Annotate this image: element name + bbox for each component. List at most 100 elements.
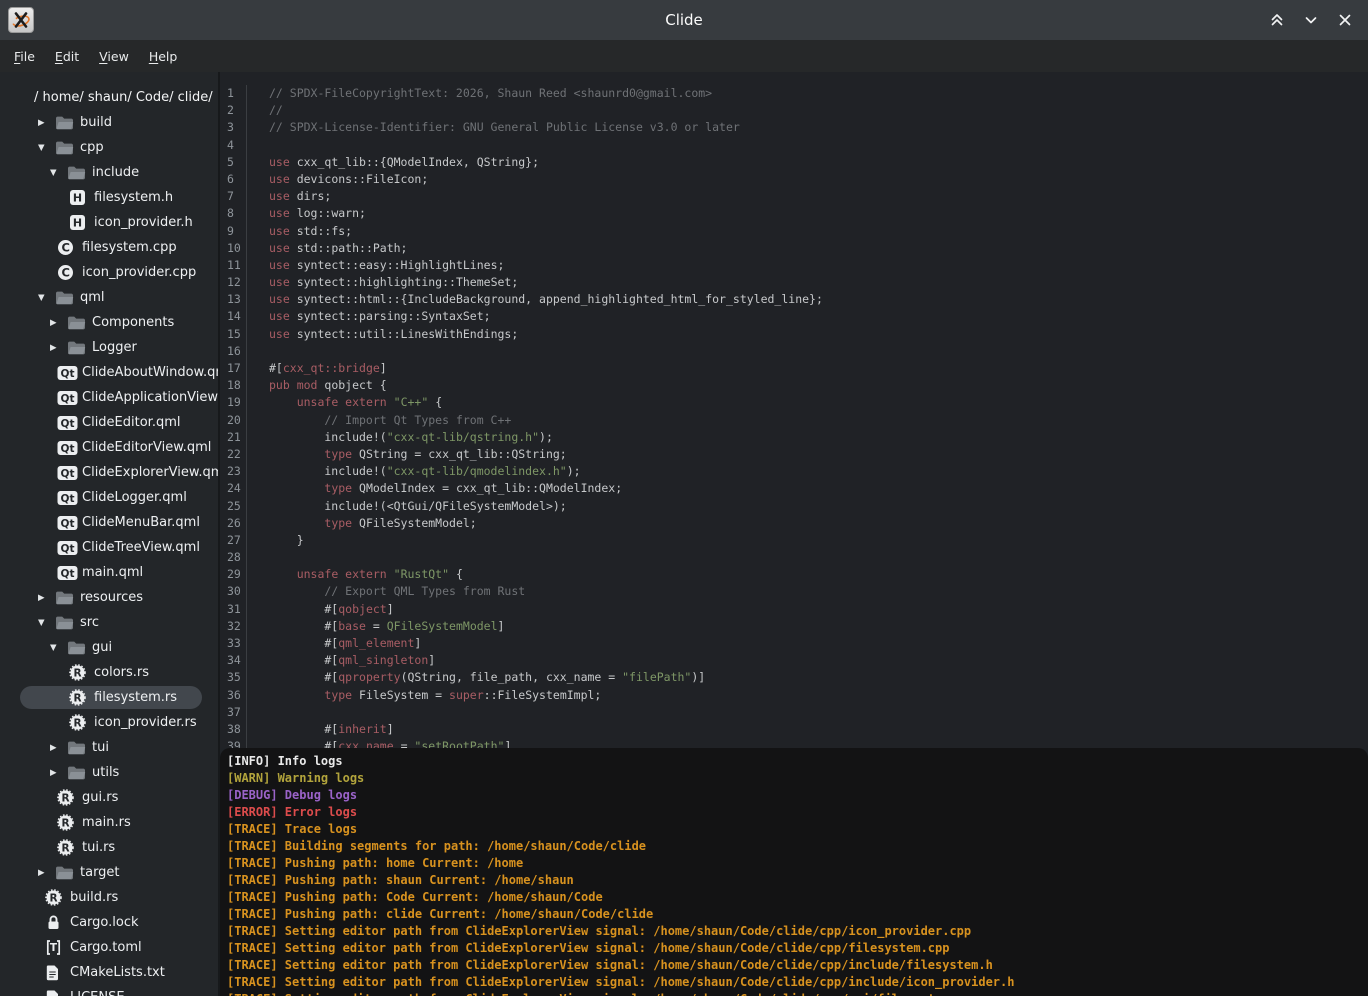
folder-icon bbox=[55, 140, 77, 156]
chevron-collapsed-icon[interactable]: ▶ bbox=[36, 868, 55, 878]
tree-item-src[interactable]: ▼src bbox=[0, 610, 218, 635]
line-number: 3 bbox=[220, 119, 247, 136]
tree-item-label: ClideTreeView.qml bbox=[79, 540, 200, 555]
code-line: 34 #[qml_singleton] bbox=[220, 652, 1368, 669]
chevron-expanded-icon[interactable]: ▼ bbox=[48, 643, 67, 653]
log-line-trace: [TRACE] Setting editor path from ClideEx… bbox=[227, 974, 1368, 991]
chevron-expanded-icon[interactable]: ▼ bbox=[36, 618, 55, 628]
code-text: type FileSystem = super::FileSystemImpl; bbox=[247, 687, 601, 704]
chevron-expanded-icon[interactable]: ▼ bbox=[48, 168, 67, 178]
tree-item-clideeditor-qml[interactable]: QtClideEditor.qml bbox=[0, 410, 218, 435]
qt-file-icon: Qt bbox=[57, 515, 79, 531]
chevron-collapsed-icon[interactable]: ▶ bbox=[48, 318, 67, 328]
chevron-collapsed-icon[interactable]: ▶ bbox=[48, 768, 67, 778]
tree-item-cpp[interactable]: ▼cpp bbox=[0, 135, 218, 160]
chevron-collapsed-icon[interactable]: ▶ bbox=[36, 593, 55, 603]
tree-item-icon-provider-cpp[interactable]: Cicon_provider.cpp bbox=[0, 260, 218, 285]
code-text bbox=[247, 137, 269, 154]
code-line: 27 } bbox=[220, 532, 1368, 549]
header-file-icon: H bbox=[69, 189, 91, 206]
line-number: 31 bbox=[220, 601, 247, 618]
svg-text:C: C bbox=[61, 266, 69, 280]
tree-item-icon-provider-h[interactable]: Hicon_provider.h bbox=[0, 210, 218, 235]
qt-file-icon: Qt bbox=[57, 540, 79, 556]
code-editor[interactable]: 1// SPDX-FileCopyrightText: 2026, Shaun … bbox=[220, 72, 1368, 748]
code-text: use std::path::Path; bbox=[247, 240, 407, 257]
tree-item-gui[interactable]: ▼gui bbox=[0, 635, 218, 660]
close-button[interactable] bbox=[1336, 11, 1354, 29]
tree-item-filesystem-h[interactable]: Hfilesystem.h bbox=[0, 185, 218, 210]
line-number: 17 bbox=[220, 360, 247, 377]
tree-item-qml[interactable]: ▼ qml bbox=[0, 285, 218, 310]
code-text: // SPDX-License-Identifier: GNU General … bbox=[247, 119, 740, 136]
tree-item-logger[interactable]: ▶Logger bbox=[0, 335, 218, 360]
menu-item-help[interactable]: Help bbox=[139, 44, 188, 69]
file-tree-sidebar[interactable]: / home/ shaun/ Code/ clide/ ▶build▼cpp▼i… bbox=[0, 72, 220, 996]
menu-item-file[interactable]: File bbox=[4, 44, 45, 69]
code-line: 11use syntect::easy::HighlightLines; bbox=[220, 257, 1368, 274]
code-line: 33 #[qml_element] bbox=[220, 635, 1368, 652]
code-line: 18pub mod qobject { bbox=[220, 377, 1368, 394]
tree-item-clidemenubar-qml[interactable]: QtClideMenuBar.qml bbox=[0, 510, 218, 535]
tree-item-cargo-toml[interactable]: TCargo.toml bbox=[0, 935, 218, 960]
tree-item-main-rs[interactable]: Rmain.rs bbox=[0, 810, 218, 835]
code-text: include!("cxx-qt-lib/qstring.h"); bbox=[247, 429, 553, 446]
tree-item-include[interactable]: ▼include bbox=[0, 160, 218, 185]
tree-item-cargo-lock[interactable]: Cargo.lock bbox=[0, 910, 218, 935]
menu-item-edit[interactable]: Edit bbox=[45, 44, 89, 69]
tree-item-label: main.rs bbox=[79, 815, 131, 830]
line-number: 20 bbox=[220, 412, 247, 429]
line-number: 13 bbox=[220, 291, 247, 308]
code-line: 26 type QFileSystemModel; bbox=[220, 515, 1368, 532]
tree-item-resources[interactable]: ▶resources bbox=[0, 585, 218, 610]
line-number: 35 bbox=[220, 669, 247, 686]
tree-item-label: qml bbox=[77, 290, 105, 305]
qt-file-icon: Qt bbox=[57, 390, 79, 406]
tree-item-clideexplorerview-qml[interactable]: QtClideExplorerView.qml bbox=[0, 460, 218, 485]
tree-item-tui[interactable]: ▶tui bbox=[0, 735, 218, 760]
log-line-trace: [TRACE] Pushing path: shaun Current: /ho… bbox=[227, 872, 1368, 889]
code-text: #[qml_singleton] bbox=[247, 652, 435, 669]
tree-item-components[interactable]: ▶Components bbox=[0, 310, 218, 335]
chevron-collapsed-icon[interactable]: ▶ bbox=[48, 743, 67, 753]
minimize-button[interactable] bbox=[1302, 11, 1320, 29]
tree-item-clideeditorview-qml[interactable]: QtClideEditorView.qml bbox=[0, 435, 218, 460]
maximize-button[interactable] bbox=[1268, 11, 1286, 29]
code-text: use cxx_qt_lib::{QModelIndex, QString}; bbox=[247, 154, 539, 171]
tree-item-colors-rs[interactable]: Rcolors.rs bbox=[0, 660, 218, 685]
tree-item-clidelogger-qml[interactable]: QtClideLogger.qml bbox=[0, 485, 218, 510]
chevron-collapsed-icon[interactable]: ▶ bbox=[36, 118, 55, 128]
tree-item-filesystem-cpp[interactable]: Cfilesystem.cpp bbox=[0, 235, 218, 260]
chevron-collapsed-icon[interactable]: ▶ bbox=[48, 343, 67, 353]
tree-item-target[interactable]: ▶target bbox=[0, 860, 218, 885]
tree-item-clidetreeview-qml[interactable]: QtClideTreeView.qml bbox=[0, 535, 218, 560]
code-text: #[cxx_name = "setRootPath"] bbox=[247, 738, 511, 748]
tree-item-build-rs[interactable]: Rbuild.rs bbox=[0, 885, 218, 910]
tree-item-tui-rs[interactable]: Rtui.rs bbox=[0, 835, 218, 860]
cpp-file-icon: C bbox=[57, 239, 79, 256]
tree-item-utils[interactable]: ▶utils bbox=[0, 760, 218, 785]
code-text: #[inherit] bbox=[247, 721, 394, 738]
tree-item-filesystem-rs[interactable]: Rfilesystem.rs bbox=[0, 685, 218, 710]
chevron-expanded-icon[interactable]: ▼ bbox=[36, 293, 55, 303]
line-number: 7 bbox=[220, 188, 247, 205]
menu-item-view[interactable]: View bbox=[89, 44, 139, 69]
tree-item-build[interactable]: ▶build bbox=[0, 110, 218, 135]
svg-text:R: R bbox=[73, 667, 81, 679]
code-line: 1// SPDX-FileCopyrightText: 2026, Shaun … bbox=[220, 85, 1368, 102]
tree-item-main-qml[interactable]: Qtmain.qml bbox=[0, 560, 218, 585]
tree-item-gui-rs[interactable]: Rgui.rs bbox=[0, 785, 218, 810]
tree-item-license[interactable]: LICENSE bbox=[0, 985, 218, 996]
code-text: unsafe extern "RustQt" { bbox=[247, 566, 463, 583]
tree-item-clideaboutwindow-qml[interactable]: QtClideAboutWindow.qml bbox=[0, 360, 218, 385]
code-line: 39 #[cxx_name = "setRootPath"] bbox=[220, 738, 1368, 748]
log-panel[interactable]: [INFO] Info logs[WARN] Warning logs[DEBU… bbox=[220, 748, 1368, 996]
log-line-trace: [TRACE] Pushing path: clide Current: /ho… bbox=[227, 906, 1368, 923]
tree-item-clideapplicationview-qml[interactable]: QtClideApplicationView.qml bbox=[0, 385, 218, 410]
tree-item-icon-provider-rs[interactable]: Ricon_provider.rs bbox=[0, 710, 218, 735]
chevron-expanded-icon[interactable]: ▼ bbox=[36, 143, 55, 153]
line-number: 32 bbox=[220, 618, 247, 635]
tree-item-cmakelists-txt[interactable]: CMakeLists.txt bbox=[0, 960, 218, 985]
svg-text:T: T bbox=[50, 942, 58, 954]
code-line: 20 // Import Qt Types from C++ bbox=[220, 412, 1368, 429]
